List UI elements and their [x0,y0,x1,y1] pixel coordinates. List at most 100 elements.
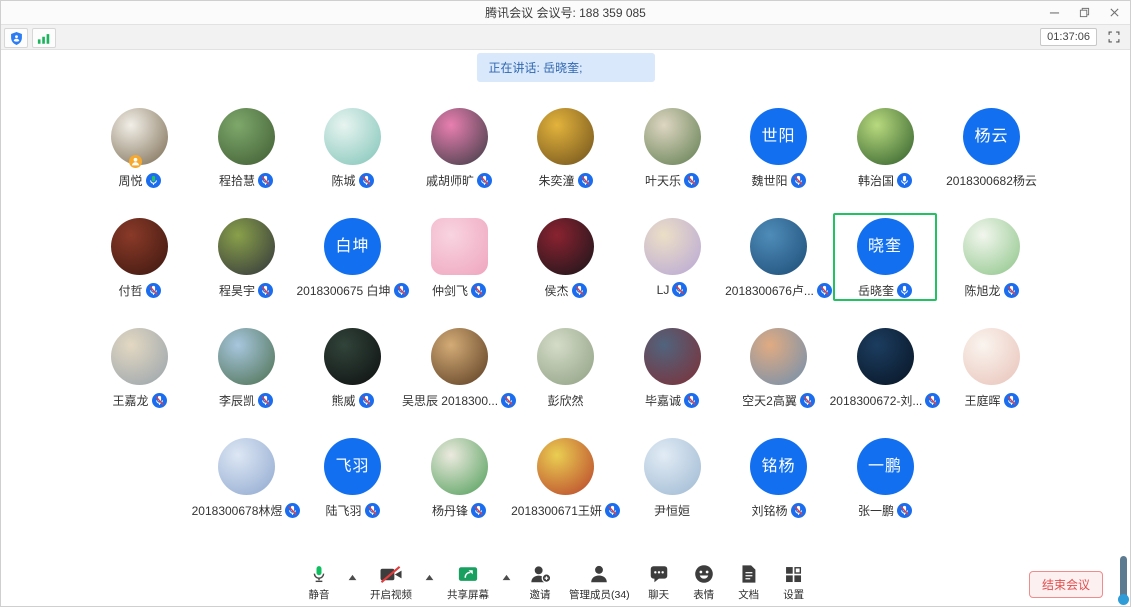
participant-name: 2018300676卢... [725,282,814,299]
participant-name-row: 魏世阳 [751,172,805,189]
toolbar-button-camera-off[interactable]: 开启视频 [370,562,412,602]
participant-tile[interactable]: 2018300671王妍 [512,430,619,540]
members-icon [588,562,610,585]
meeting-health-shield-icon[interactable] [4,28,28,48]
avatar [537,438,594,495]
participant-row: 王嘉龙 李辰凯 熊威 [86,320,1045,430]
avatar [644,218,701,275]
participant-tile[interactable]: 吴思辰 2018300... [406,320,513,430]
participant-tile[interactable]: 仲剑飞 [406,210,513,320]
toolbar-button-invite[interactable]: 邀请 [524,562,556,602]
toolbar-button-members[interactable]: 管理成员(34) [569,562,630,602]
participant-tile[interactable]: 彭欣然 [512,320,619,430]
participant-name-row: 周悦 [118,172,160,189]
participant-name: 陈旭龙 [964,282,1000,299]
avatar [963,218,1020,275]
participant-tile[interactable]: 周悦 [86,100,193,210]
toolbar-button-share-screen[interactable]: 共享屏幕 [447,562,489,602]
participant-name: 戚胡师旷 [426,172,474,189]
participant-name-row: 付哲 [118,282,160,299]
participant-name: 2018300671王妍 [511,502,602,519]
meeting-timer: 01:37:06 [1040,28,1097,46]
mic-status-icon [285,503,300,518]
toolbar-button-settings[interactable]: 设置 [778,562,810,602]
participant-name-row: 陈城 [331,172,373,189]
end-meeting-button[interactable]: 结束会议 [1029,571,1103,598]
participant-name-row: 熊威 [331,392,373,409]
participant-tile[interactable]: 世阳 魏世阳 [725,100,832,210]
participant-tile[interactable]: 李辰凯 [193,320,300,430]
avatar [644,328,701,385]
participant-tile[interactable]: 杨云 2018300682杨云 [938,100,1045,210]
participant-tile[interactable]: 晓奎 岳晓奎 [832,210,939,320]
participant-name: 2018300682杨云 [946,172,1037,189]
participant-tile[interactable]: 程拾慧 [193,100,300,210]
toolbar-button-emoji[interactable]: 表情 [688,562,720,602]
participant-tile[interactable]: 程昊宇 [193,210,300,320]
participant-name-row: LJ [657,282,688,297]
participant-tile[interactable]: 朱奕潼 [512,100,619,210]
avatar: 晓奎 [857,218,914,275]
participant-tile[interactable]: 尹恒姮 [619,430,726,540]
participant-tile[interactable]: 毕嘉诚 [619,320,726,430]
mic-status-icon [359,393,374,408]
participant-tile[interactable]: 叶天乐 [619,100,726,210]
fullscreen-icon[interactable] [1107,30,1121,44]
caret-up-icon[interactable] [348,574,357,581]
mic-status-icon [258,393,273,408]
participant-tile[interactable]: 铭杨 刘铭杨 [725,430,832,540]
toolbar-button-mic-on[interactable]: 静音 [303,562,335,602]
participant-tile[interactable]: LJ [619,210,726,320]
participant-tile[interactable]: 陈旭龙 [938,210,1045,320]
restore-icon[interactable] [1077,5,1091,19]
participant-tile[interactable]: 2018300678林煜 [193,430,300,540]
mic-status-icon [365,503,380,518]
toolbar-button-chat[interactable]: 聊天 [643,562,675,602]
mic-status-icon [477,173,492,188]
scrollbar-knob[interactable] [1118,594,1129,605]
caret-up-icon[interactable] [425,574,434,581]
close-icon[interactable] [1107,5,1121,19]
participant-tile[interactable]: 侯杰 [512,210,619,320]
document-icon [739,562,758,585]
avatar [111,108,168,165]
participant-tile[interactable]: 白坤 2018300675 白坤 [299,210,406,320]
network-signal-icon[interactable] [32,28,56,48]
participant-name: 吴思辰 2018300... [402,392,498,409]
participant-tile[interactable]: 付哲 [86,210,193,320]
participant-tile[interactable]: 2018300672-刘... [832,320,939,430]
participant-tile[interactable]: 戚胡师旷 [406,100,513,210]
participant-tile[interactable]: 王庭晖 [938,320,1045,430]
avatar [218,108,275,165]
participant-tile[interactable]: 飞羽 陆飞羽 [299,430,406,540]
avatar: 一鹏 [857,438,914,495]
participant-tile[interactable]: 2018300676卢... [725,210,832,320]
participant-name: 2018300675 白坤 [296,282,390,299]
emoji-icon [693,562,715,585]
mic-status-icon [800,393,815,408]
avatar-initials: 晓奎 [868,239,902,255]
avatar [111,328,168,385]
participant-name: 仲剑飞 [432,282,468,299]
participant-name-row: 程拾慧 [219,172,273,189]
mic-status-icon [359,173,374,188]
participant-tile[interactable]: 韩治国 [832,100,939,210]
participant-tile[interactable]: 王嘉龙 [86,320,193,430]
avatar-initials: 铭杨 [761,459,795,475]
participant-tile[interactable]: 杨丹锋 [406,430,513,540]
avatar: 世阳 [750,108,807,165]
participant-tile[interactable]: 一鹏 张一鹏 [832,430,939,540]
participant-name: 程昊宇 [219,282,255,299]
participant-name-row: 彭欣然 [547,392,583,409]
mic-status-icon [152,393,167,408]
participant-tile[interactable]: 陈城 [299,100,406,210]
participant-tile[interactable]: 熊威 [299,320,406,430]
toolbar-button-document[interactable]: 文档 [733,562,765,602]
avatar-initials: 杨云 [974,129,1008,145]
participant-name-row: 王嘉龙 [112,392,166,409]
participant-tile[interactable]: 空天2高翼 [725,320,832,430]
caret-up-icon[interactable] [502,574,511,581]
avatar [431,218,488,275]
minimize-icon[interactable] [1047,5,1061,19]
participant-name: 周悦 [118,172,142,189]
